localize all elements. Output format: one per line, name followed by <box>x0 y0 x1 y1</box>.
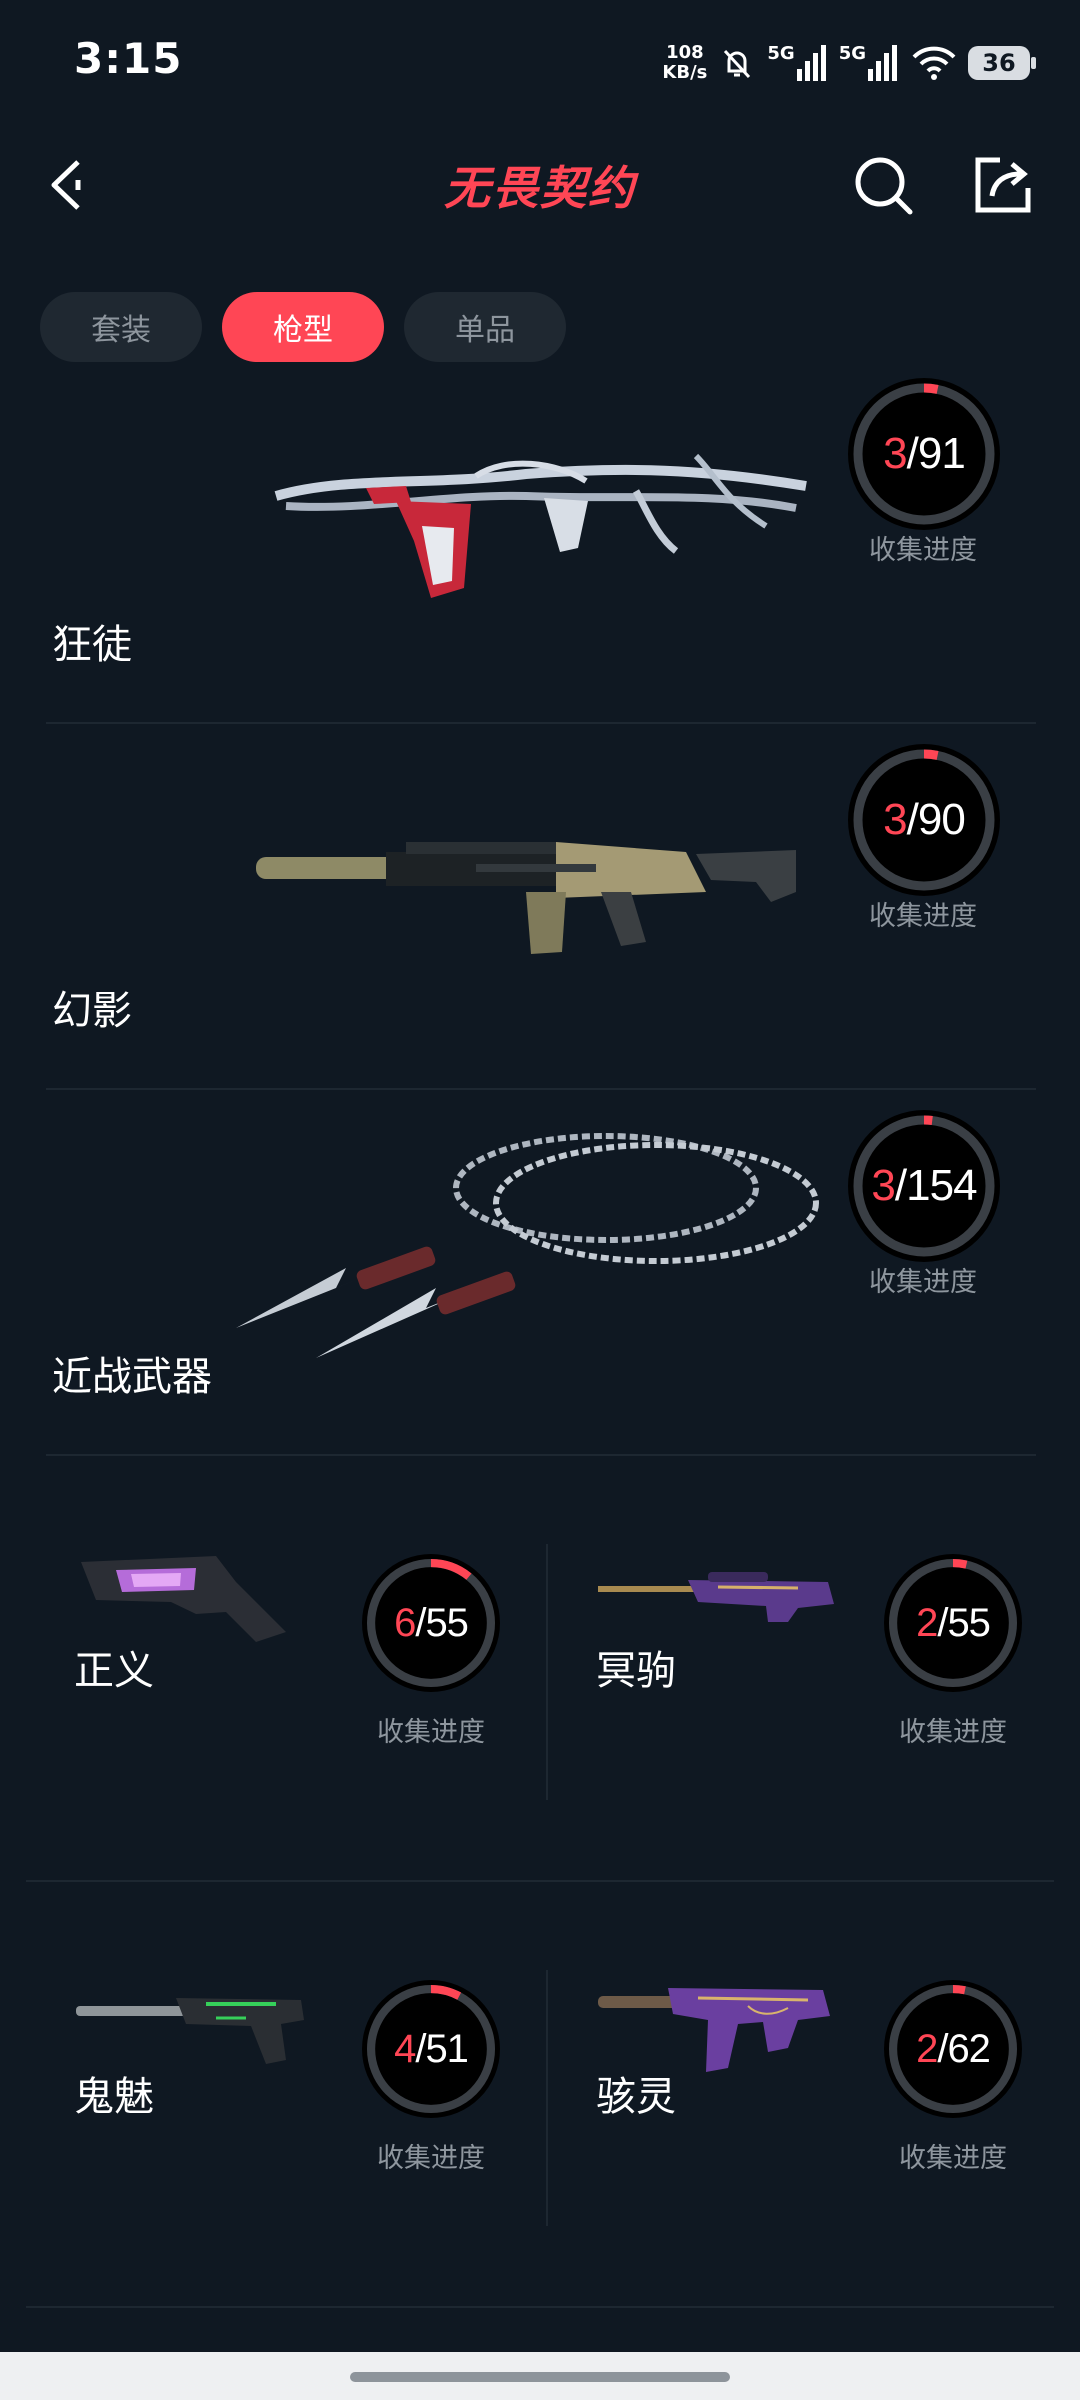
share-icon[interactable] <box>970 152 1036 218</box>
progress-label: 收集进度 <box>377 2143 485 2174</box>
signal-1-label: 5G <box>767 43 795 64</box>
slash-separator: / <box>415 1600 426 1645</box>
progress-label: 收集进度 <box>377 1717 485 1748</box>
progress-count: 2/55 <box>884 1554 1022 1692</box>
progress-ring: 3/90 <box>848 744 1000 896</box>
collected-count: 3 <box>883 795 908 844</box>
progress-ring: 2/62 <box>884 1980 1022 2118</box>
progress-count: 3/91 <box>848 378 1000 530</box>
net-speed-unit: KB/s <box>662 62 708 83</box>
total-count: 154 <box>906 1161 977 1210</box>
tab-suits[interactable]: 套装 <box>40 292 202 362</box>
spectre-skin-image <box>598 1988 830 2072</box>
search-icon[interactable] <box>850 152 916 218</box>
net-speed: 108 KB/s <box>662 43 707 83</box>
progress-ring: 2/55 <box>884 1554 1022 1692</box>
progress-ring: 3/91 <box>848 378 1000 530</box>
battery-indicator: 36 <box>968 46 1036 80</box>
total-count: 90 <box>917 795 966 844</box>
progress-label: 收集进度 <box>899 1717 1007 1748</box>
status-time: 3:15 <box>74 34 183 83</box>
progress-ring: 6/55 <box>362 1554 500 1692</box>
signal-2-label: 5G <box>838 43 866 64</box>
collected-count: 3 <box>883 429 908 478</box>
tab-gun-types[interactable]: 枪型 <box>222 292 384 362</box>
weapon-name: 正义 <box>74 1648 154 1694</box>
progress-count: 4/51 <box>362 1980 500 2118</box>
slash-separator: / <box>937 2026 948 2071</box>
weapon-cell-ghost[interactable]: 鬼魅 4/51 收集进度 <box>26 1880 540 2306</box>
category-tabs: 套装 枪型 单品 <box>40 292 566 362</box>
collected-count: 2 <box>916 1600 938 1645</box>
progress-count: 3/90 <box>848 744 1000 896</box>
progress-count: 3/154 <box>848 1110 1000 1262</box>
status-bar: 3:15 108 KB/s 5G 5G 36 <box>0 0 1080 120</box>
top-nav: 无畏契约 <box>0 130 1080 240</box>
total-count: 55 <box>947 1600 990 1645</box>
weapon-cell-spectre[interactable]: 骇灵 2/62 收集进度 <box>548 1880 1062 2306</box>
vandal-skin-image <box>274 453 807 598</box>
outlaw-skin-image <box>598 1572 834 1622</box>
signal-bars-icon <box>796 45 826 81</box>
status-icons: 108 KB/s 5G 5G 36 <box>662 28 1036 98</box>
total-count: 51 <box>425 2026 468 2071</box>
home-indicator[interactable] <box>350 2372 730 2382</box>
weapon-name: 幻影 <box>52 988 132 1034</box>
signal-bars-icon <box>868 45 897 81</box>
weapon-grid-row: 鬼魅 4/51 收集进度 骇灵 2/62 收集进度 <box>26 1880 1054 2308</box>
ghost-skin-image <box>76 1998 304 2064</box>
weapon-name: 狂徒 <box>52 622 132 668</box>
progress-label: 收集进度 <box>869 535 977 566</box>
weapon-name: 骇灵 <box>596 2074 676 2120</box>
progress-count: 2/62 <box>884 1980 1022 2118</box>
weapon-name: 鬼魅 <box>74 2074 154 2120</box>
page-title: 无畏契约 <box>444 161 636 215</box>
collected-count: 4 <box>394 2026 416 2071</box>
weapon-grid-row: 正义 6/55 收集进度 冥驹 2/55 收集进度 <box>26 1454 1054 1882</box>
total-count: 62 <box>947 2026 990 2071</box>
weapon-row-vandal[interactable]: 狂徒 3/91 收集进度 <box>46 356 1036 724</box>
weapon-row-phantom[interactable]: 幻影 3/90 收集进度 <box>46 722 1036 1090</box>
slash-separator: / <box>415 2026 426 2071</box>
weapon-name: 近战武器 <box>52 1354 212 1400</box>
progress-ring: 4/51 <box>362 1980 500 2118</box>
bell-muted-icon <box>724 49 751 79</box>
net-speed-value: 108 <box>666 42 704 63</box>
total-count: 91 <box>917 429 966 478</box>
tab-single-items[interactable]: 单品 <box>404 292 566 362</box>
signal-2: 5G <box>839 43 900 83</box>
progress-label: 收集进度 <box>869 901 977 932</box>
collected-count: 3 <box>871 1161 896 1210</box>
melee-skin-image <box>236 1133 819 1358</box>
progress-ring: 3/154 <box>848 1110 1000 1262</box>
wifi-icon <box>912 46 956 80</box>
progress-label: 收集进度 <box>899 2143 1007 2174</box>
weapon-name: 冥驹 <box>596 1648 676 1694</box>
phantom-skin-image <box>256 842 796 954</box>
sheriff-skin-image <box>81 1556 286 1642</box>
slash-separator: / <box>906 429 919 478</box>
progress-label: 收集进度 <box>869 1267 977 1298</box>
slash-separator: / <box>894 1161 907 1210</box>
collected-count: 2 <box>916 2026 938 2071</box>
collected-count: 6 <box>394 1600 416 1645</box>
slash-separator: / <box>906 795 919 844</box>
total-count: 55 <box>425 1600 468 1645</box>
progress-count: 6/55 <box>362 1554 500 1692</box>
signal-1: 5G <box>767 43 828 83</box>
weapon-cell-sheriff[interactable]: 正义 6/55 收集进度 <box>26 1454 540 1880</box>
slash-separator: / <box>937 1600 948 1645</box>
weapon-cell-outlaw[interactable]: 冥驹 2/55 收集进度 <box>548 1454 1062 1880</box>
weapon-row-melee[interactable]: 近战武器 3/154 收集进度 <box>46 1088 1036 1456</box>
